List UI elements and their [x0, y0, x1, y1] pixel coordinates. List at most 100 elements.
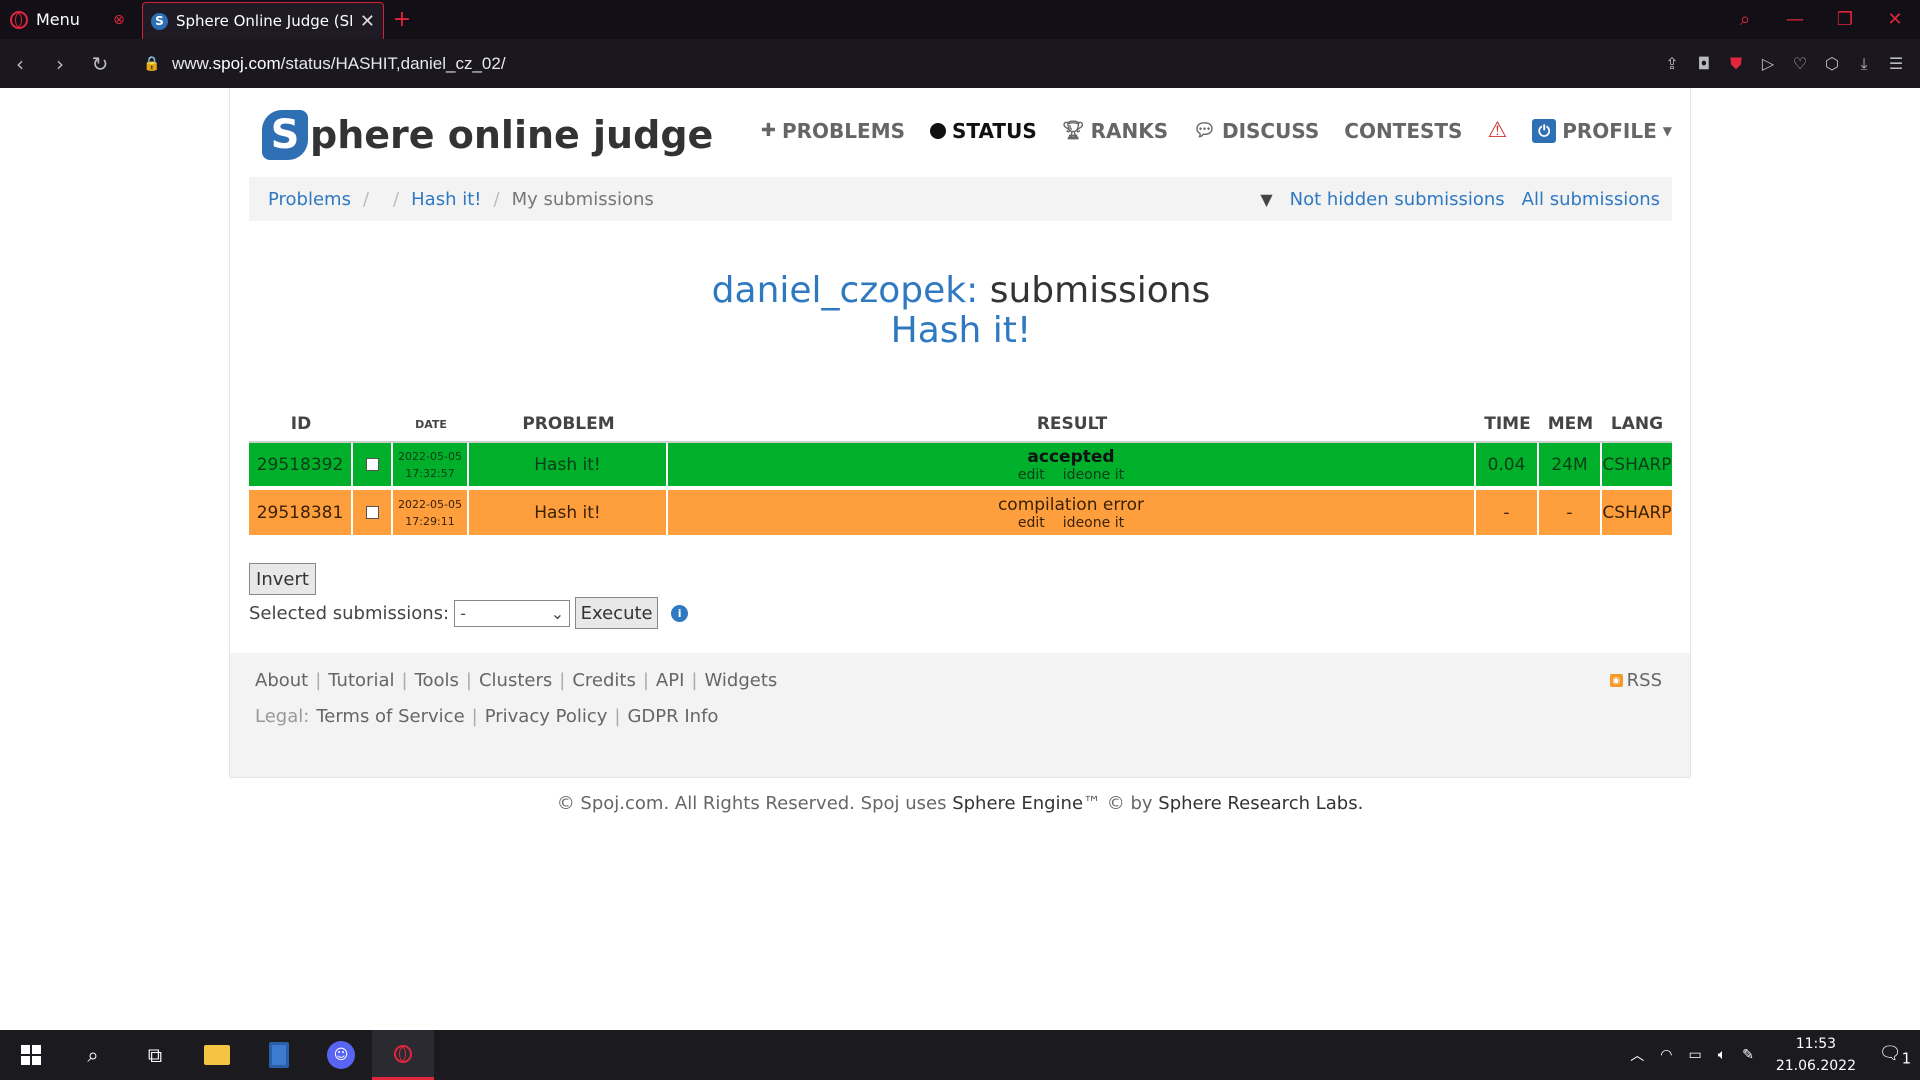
breadcrumb-problems[interactable]: Problems: [268, 189, 351, 210]
edit-link[interactable]: edit: [1018, 515, 1045, 531]
snapshot-icon[interactable]: ◘: [1688, 54, 1720, 73]
rss-link[interactable]: ◉ RSS: [1609, 670, 1662, 691]
windows-taskbar: ⌕ ⧉ ☺ ︿ ◠ ▭ 🔈︎ ✎ 11:53 21.06.2022 🗨︎1: [0, 1030, 1920, 1080]
legal-link-terms[interactable]: Terms of Service: [316, 706, 464, 727]
legal-label: Legal:: [255, 706, 310, 727]
chevron-up-icon[interactable]: ︿: [1622, 1045, 1652, 1065]
col-lang: LANG: [1610, 414, 1664, 434]
gx-control-icon[interactable]: ⊗: [96, 0, 142, 39]
taskbar-clock[interactable]: 11:53 21.06.2022: [1762, 1033, 1870, 1077]
problem-link[interactable]: Hash it!: [469, 443, 668, 486]
task-view-icon[interactable]: ⧉: [124, 1030, 186, 1080]
footer-link-tools[interactable]: Tools: [415, 670, 459, 691]
nav-ranks[interactable]: 🏆︎ RANKS: [1062, 119, 1168, 143]
filter-not-hidden-link[interactable]: Not hidden submissions: [1290, 189, 1505, 210]
rss-icon: ◉: [1609, 674, 1623, 687]
info-icon[interactable]: i: [671, 604, 689, 622]
send-icon[interactable]: ▷: [1752, 54, 1784, 73]
heart-icon[interactable]: ♡: [1784, 54, 1816, 73]
opera-icon: [394, 1044, 412, 1063]
col-time: TIME: [1484, 414, 1531, 434]
restore-icon[interactable]: ❐: [1820, 9, 1870, 30]
submission-id-link[interactable]: 29518392: [249, 443, 353, 486]
nav-status[interactable]: STATUS: [930, 119, 1037, 143]
row-checkbox[interactable]: [365, 506, 379, 519]
opera-taskbar-button[interactable]: [372, 1030, 434, 1080]
footer-link-tutorial[interactable]: Tutorial: [328, 670, 394, 691]
pen-icon[interactable]: ✎: [1734, 1047, 1762, 1063]
result-status[interactable]: accepted: [1027, 447, 1114, 467]
ideone-link[interactable]: ideone it: [1063, 515, 1124, 531]
legal-link-gdpr[interactable]: GDPR Info: [627, 706, 718, 727]
main-navigation: ✚ PROBLEMS STATUS 🏆︎ RANKS 💬︎ DISCUSS CO…: [761, 118, 1672, 143]
bulk-action-select[interactable]: - ⌄: [454, 599, 571, 627]
nav-problems[interactable]: ✚ PROBLEMS: [761, 119, 905, 143]
nav-warning[interactable]: ⚠: [1487, 118, 1507, 143]
nav-ranks-label: RANKS: [1090, 118, 1169, 143]
start-button[interactable]: [0, 1030, 62, 1080]
row-select-cell: [353, 490, 393, 535]
bulk-action-row: Selected submissions: - ⌄ Execute i: [249, 597, 689, 629]
tab-close-icon[interactable]: ✕: [360, 11, 375, 32]
filter-all-link[interactable]: All submissions: [1522, 189, 1660, 210]
edit-link[interactable]: edit: [1018, 467, 1045, 483]
minimize-icon[interactable]: —: [1770, 9, 1820, 30]
browser-menu-button[interactable]: Menu: [0, 0, 96, 39]
logo-s-mark: S: [262, 110, 308, 160]
battery-icon[interactable]: ▭: [1680, 1047, 1709, 1063]
calculator-button[interactable]: [248, 1030, 310, 1080]
row-checkbox[interactable]: [365, 458, 379, 471]
nav-profile-label: PROFILE: [1562, 118, 1657, 143]
easy-setup-icon[interactable]: ☰: [1880, 54, 1912, 73]
forward-icon[interactable]: ›: [40, 52, 80, 76]
nav-profile[interactable]: ⏻ PROFILE ▼: [1532, 118, 1672, 143]
discord-button[interactable]: ☺: [310, 1030, 372, 1080]
submission-id-link[interactable]: 29518381: [249, 490, 353, 535]
user-link[interactable]: daniel_czopek:: [712, 270, 979, 311]
nav-contests[interactable]: CONTESTS: [1344, 119, 1462, 143]
file-explorer-button[interactable]: [186, 1030, 248, 1080]
run-time: -: [1476, 490, 1539, 535]
footer-link-about[interactable]: About: [255, 670, 308, 691]
puzzle-icon: ✚: [760, 120, 776, 141]
nav-discuss[interactable]: 💬︎ DISCUSS: [1193, 119, 1319, 143]
footer-link-clusters[interactable]: Clusters: [479, 670, 552, 691]
problem-title-link[interactable]: Hash it!: [230, 310, 1692, 351]
reload-icon[interactable]: ↻: [80, 52, 120, 76]
selected-submissions-label: Selected submissions:: [249, 602, 450, 624]
legal-link-privacy[interactable]: Privacy Policy: [485, 706, 608, 727]
browser-tab[interactable]: S Sphere Online Judge (SPOJ) ✕: [142, 2, 384, 39]
close-window-icon[interactable]: ✕: [1870, 9, 1920, 30]
new-tab-plus-icon[interactable]: +: [384, 0, 420, 39]
table-header: ID DATE PROBLEM RESULT TIME MEM LANG: [249, 406, 1672, 442]
footer-link-api[interactable]: API: [656, 670, 684, 691]
notification-center-icon[interactable]: 🗨︎1: [1870, 1043, 1920, 1068]
download-icon[interactable]: ⤓: [1848, 54, 1880, 74]
volume-icon[interactable]: 🔈︎: [1710, 1047, 1734, 1063]
search-tabs-icon[interactable]: ⌕: [1720, 9, 1770, 30]
sphere-labs-link[interactable]: Sphere Research Labs.: [1158, 793, 1363, 814]
wifi-icon[interactable]: ◠: [1652, 1047, 1680, 1063]
breadcrumb-problem[interactable]: Hash it!: [411, 189, 481, 210]
problem-link[interactable]: Hash it!: [469, 490, 668, 535]
windows-logo-icon: [21, 1045, 41, 1065]
invert-button[interactable]: Invert: [249, 563, 316, 595]
result-status[interactable]: compilation error: [998, 495, 1144, 515]
lock-icon[interactable]: 🔒: [132, 56, 172, 72]
breadcrumb-separator: /: [393, 188, 400, 210]
search-icon[interactable]: ⌕: [62, 1030, 124, 1080]
ideone-link[interactable]: ideone it: [1063, 467, 1124, 483]
site-logo[interactable]: S phere online judge: [262, 110, 713, 160]
footer-link-credits[interactable]: Credits: [572, 670, 636, 691]
table-row: 29518392 2022-05-05 17:32:57 Hash it! ac…: [249, 441, 1672, 486]
footer-link-widgets[interactable]: Widgets: [704, 670, 777, 691]
spoj-favicon-icon: S: [151, 12, 168, 30]
share-icon[interactable]: ⇪: [1656, 54, 1688, 73]
adblock-shield-icon[interactable]: ⛊: [1720, 54, 1752, 74]
back-icon[interactable]: ‹: [0, 52, 40, 76]
nav-discuss-label: DISCUSS: [1221, 118, 1320, 143]
sphere-engine-link[interactable]: Sphere Engine: [952, 793, 1083, 814]
execute-button[interactable]: Execute: [575, 597, 659, 629]
cube-icon[interactable]: ⬡: [1816, 54, 1848, 73]
url-field[interactable]: www.spoj.com/status/HASHIT,daniel_cz_02/: [172, 54, 506, 74]
